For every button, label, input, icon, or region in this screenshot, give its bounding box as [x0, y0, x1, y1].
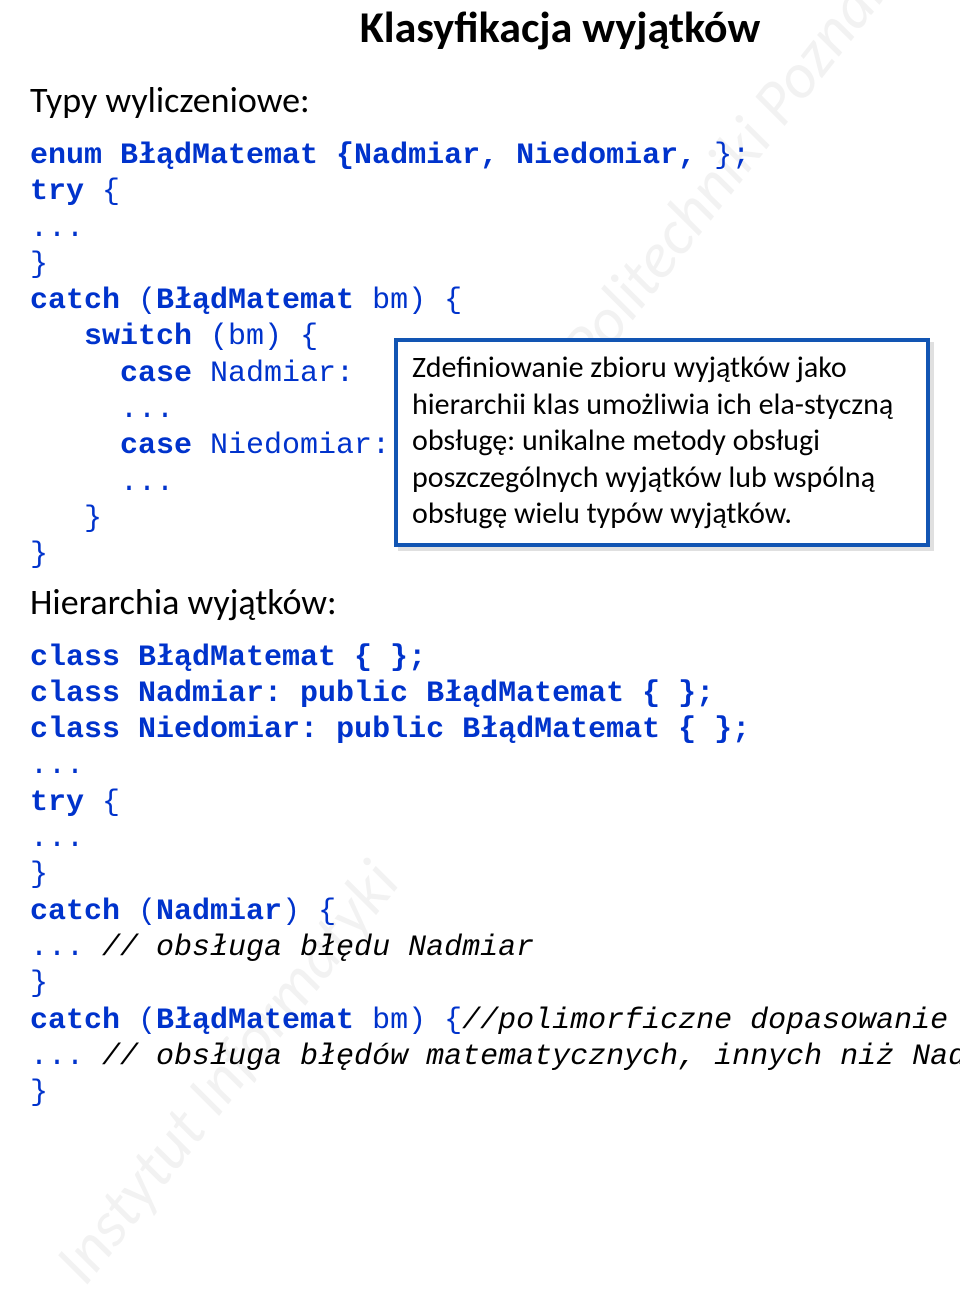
- kw-public: public: [300, 677, 408, 711]
- code-text: {: [84, 175, 120, 209]
- code-text: {: [84, 786, 120, 820]
- section-label-hierarchy: Hierarchia wyjątków:: [30, 580, 930, 624]
- code-text: Nadmiar:: [120, 677, 300, 711]
- callout-box: Zdefiniowanie zbioru wyjątków jako hiera…: [394, 338, 930, 547]
- code-text: ...: [30, 931, 84, 965]
- kw-switch: switch: [84, 320, 192, 354]
- code-text: (bm) {: [192, 320, 318, 354]
- code-text: }: [30, 538, 48, 572]
- code-text: Nadmiar:: [192, 357, 354, 391]
- kw-case: case: [120, 429, 192, 463]
- code-text: }: [30, 1076, 48, 1110]
- code-text: bm) {: [354, 1004, 462, 1038]
- kw-class: class: [30, 713, 120, 747]
- kw-class: class: [30, 677, 120, 711]
- code-text: bm) {: [354, 284, 462, 318]
- kw-case: case: [120, 357, 192, 391]
- code-text: }: [30, 967, 48, 1001]
- section-label-enum: Typy wyliczeniowe:: [30, 78, 930, 122]
- page-title: Klasyfikacja wyjątków: [190, 0, 930, 54]
- kw-try: try: [30, 175, 84, 209]
- code-text: ...: [120, 393, 174, 427]
- code-text: BłądMatemat {Nadmiar, Niedomiar,: [102, 139, 696, 173]
- code-text: (: [120, 284, 156, 318]
- comment: //polimorficzne dopasowanie wyjątku: [462, 1004, 960, 1038]
- code-text: }: [84, 502, 102, 536]
- code-text: BłądMatemat: [156, 1004, 354, 1038]
- code-text: }: [30, 248, 48, 282]
- code-text: Niedomiar:: [192, 429, 390, 463]
- kw-class: class: [30, 641, 120, 675]
- kw-catch: catch: [30, 895, 120, 929]
- comment: // obsługa błędów matematycznych, innych…: [84, 1040, 960, 1074]
- code-text: BłądMatemat { };: [408, 677, 714, 711]
- upper-section: Typy wyliczeniowe: enum BłądMatemat {Nad…: [30, 78, 930, 624]
- code-text: ...: [30, 822, 84, 856]
- code-text: };: [696, 139, 750, 173]
- callout-text: Zdefiniowanie zbioru wyjątków jako hiera…: [412, 349, 893, 532]
- kw-try: try: [30, 786, 84, 820]
- code-text: BłądMatemat: [156, 284, 354, 318]
- comment: // obsługa błędu Nadmiar: [84, 931, 534, 965]
- code-text: ) {: [282, 895, 336, 929]
- code-text: BłądMatemat { };: [444, 713, 750, 747]
- code-text: ...: [120, 466, 174, 500]
- code-text: (: [120, 895, 156, 929]
- code-text: (: [120, 1004, 156, 1038]
- kw-enum: enum: [30, 139, 102, 173]
- code-text: ...: [30, 212, 84, 246]
- code-text: }: [30, 858, 48, 892]
- kw-catch: catch: [30, 284, 120, 318]
- kw-public: public: [336, 713, 444, 747]
- code-text: ...: [30, 1040, 84, 1074]
- kw-catch: catch: [30, 1004, 120, 1038]
- code-text: BłądMatemat { };: [120, 641, 426, 675]
- code-text: Niedomiar:: [120, 713, 336, 747]
- code-block-hierarchy: class BłądMatemat { }; class Nadmiar: pu…: [30, 640, 930, 1112]
- code-text: Nadmiar: [156, 895, 282, 929]
- code-text: ...: [30, 749, 84, 783]
